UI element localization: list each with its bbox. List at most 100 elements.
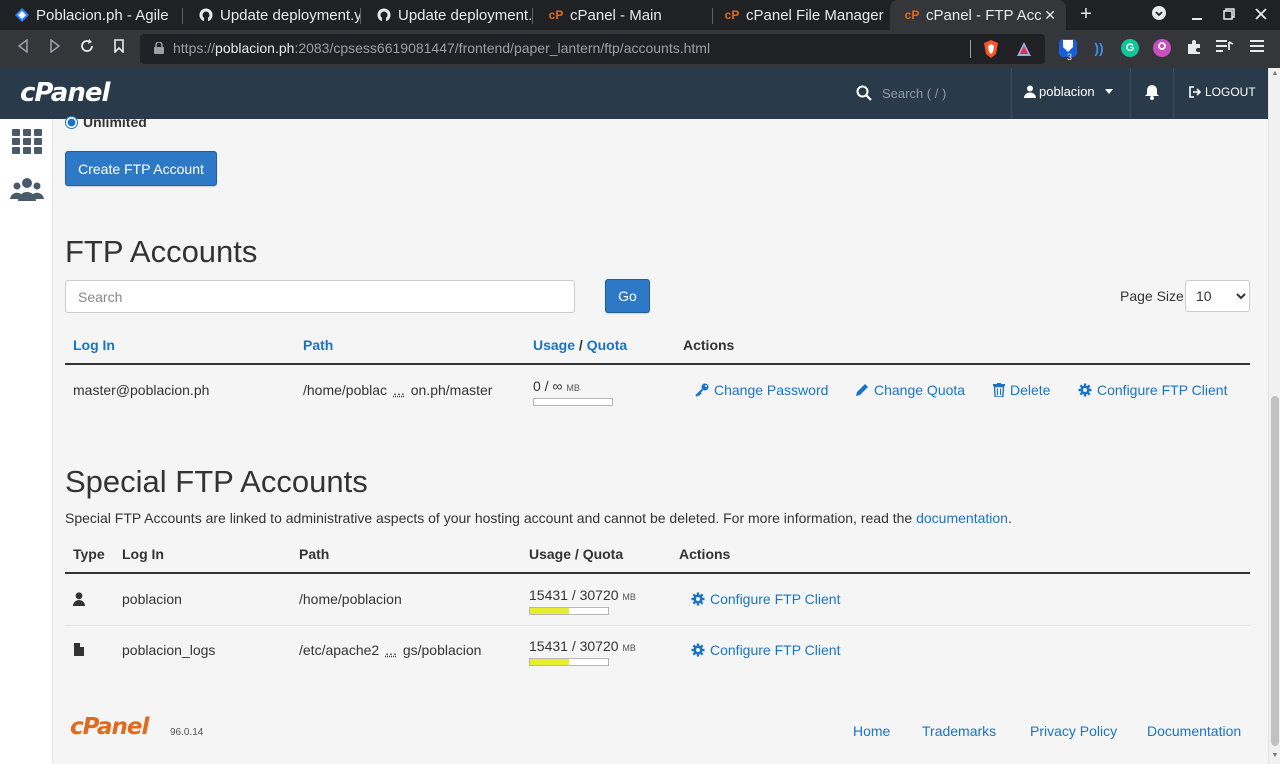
column-header-usage-quota: Usage / Quota bbox=[533, 337, 627, 353]
new-tab-button[interactable]: + bbox=[1075, 4, 1097, 26]
path-end: on.ph/master bbox=[410, 382, 493, 398]
browser-tab[interactable]: Poblacion.ph - Agile bbox=[0, 0, 182, 30]
configure-ftp-client-link[interactable]: Configure FTP Client bbox=[1078, 382, 1227, 398]
quota-unlimited-radio[interactable] bbox=[65, 115, 78, 129]
configure-ftp-client-link[interactable]: Configure FTP Client bbox=[691, 591, 840, 607]
playlist-icon[interactable] bbox=[1216, 39, 1234, 57]
grammarly-icon[interactable]: G bbox=[1121, 39, 1139, 57]
cpanel-icon: cP bbox=[724, 8, 740, 22]
omnibox-divider bbox=[970, 40, 971, 58]
special-column-path: Path bbox=[299, 546, 330, 562]
footer-link-home[interactable]: Home bbox=[853, 723, 890, 739]
special-ftp-accounts-title: Special FTP Accounts bbox=[65, 464, 368, 499]
gear-icon bbox=[691, 592, 705, 606]
footer-link-documentation[interactable]: Documentation bbox=[1147, 723, 1241, 739]
configure-ftp-client-label: Configure FTP Client bbox=[710, 642, 841, 658]
wave-extension-icon[interactable]: )) bbox=[1090, 39, 1108, 57]
bookmark-icon[interactable] bbox=[108, 38, 130, 60]
scroll-up-icon[interactable]: ▲ bbox=[1271, 70, 1279, 77]
url-text: https://poblacion.ph:2083/cpsess66190814… bbox=[173, 40, 710, 56]
cpanel-icon: cP bbox=[548, 8, 564, 22]
usage-text: 15431 / 30720 bbox=[529, 587, 619, 603]
file-icon bbox=[74, 643, 84, 656]
bell-icon[interactable] bbox=[1144, 84, 1160, 100]
header-divider bbox=[1173, 68, 1174, 119]
create-ftp-account-button[interactable]: Create FTP Account bbox=[65, 151, 217, 186]
path-ellipsis[interactable]: ... bbox=[393, 382, 405, 398]
go-button[interactable]: Go bbox=[605, 279, 650, 313]
configure-ftp-client-link[interactable]: Configure FTP Client bbox=[691, 642, 840, 658]
minimize-icon[interactable] bbox=[1185, 4, 1209, 26]
account-usage: 0 / ∞ MB bbox=[533, 378, 580, 394]
search-icon bbox=[856, 85, 872, 101]
path-ellipsis[interactable]: ... bbox=[385, 642, 397, 658]
close-icon[interactable]: ✕ bbox=[1044, 7, 1056, 24]
usage-bar bbox=[533, 398, 613, 406]
back-icon[interactable] bbox=[12, 38, 34, 60]
special-column-login: Log In bbox=[122, 546, 164, 562]
path-end: gs/poblacion bbox=[402, 642, 482, 658]
tab-separator bbox=[360, 8, 361, 24]
documentation-link[interactable]: documentation bbox=[916, 510, 1008, 526]
change-password-link[interactable]: Change Password bbox=[695, 382, 828, 398]
address-bar[interactable]: https://poblacion.ph:2083/cpsess66190814… bbox=[140, 34, 1045, 64]
gear-icon bbox=[691, 643, 705, 657]
column-header-quota[interactable]: Quota bbox=[587, 337, 627, 353]
user-icon bbox=[73, 592, 85, 606]
scroll-down-icon[interactable]: ▼ bbox=[1271, 752, 1279, 759]
column-header-usage[interactable]: Usage bbox=[533, 337, 575, 353]
header-search-input[interactable] bbox=[876, 82, 1001, 104]
change-quota-label: Change Quota bbox=[874, 382, 966, 398]
ftp-search-input[interactable] bbox=[65, 280, 575, 313]
users-icon[interactable] bbox=[10, 175, 44, 205]
page-scrollbar[interactable]: ▲ ▼ bbox=[1268, 68, 1280, 764]
scrollbar-thumb[interactable] bbox=[1271, 396, 1279, 746]
cpanel-icon: cP bbox=[904, 8, 920, 22]
column-header-path[interactable]: Path bbox=[303, 337, 333, 353]
maximize-icon[interactable] bbox=[1217, 4, 1241, 26]
footer-cpanel-logo[interactable]: cPanel bbox=[70, 714, 149, 740]
puzzle-icon[interactable] bbox=[1185, 39, 1203, 57]
browser-tab[interactable]: cP cPanel File Manager bbox=[710, 0, 890, 30]
tab-search-icon[interactable] bbox=[1147, 4, 1171, 26]
column-header-login[interactable]: Log In bbox=[73, 337, 115, 353]
extension-icon[interactable] bbox=[1153, 39, 1171, 57]
close-window-icon[interactable] bbox=[1249, 4, 1273, 26]
change-quota-link[interactable]: Change Quota bbox=[855, 382, 965, 398]
browser-tab-active[interactable]: cP cPanel - FTP Acc ✕ bbox=[890, 0, 1066, 30]
page-size-select[interactable]: 10 bbox=[1185, 280, 1250, 312]
gear-icon bbox=[1078, 383, 1092, 397]
reload-icon[interactable] bbox=[76, 38, 98, 60]
menu-icon[interactable] bbox=[1248, 39, 1266, 57]
username: poblacion bbox=[1039, 84, 1095, 99]
brave-shield-icon[interactable] bbox=[983, 40, 999, 58]
browser-tab[interactable]: cP cPanel - Main bbox=[534, 0, 710, 30]
path-start: /etc/apache2 bbox=[299, 642, 380, 658]
account-path: /home/poblac... on.ph/master bbox=[303, 382, 492, 398]
quota-unlimited-label: Unlimited bbox=[83, 114, 147, 130]
grid-icon[interactable] bbox=[10, 127, 44, 157]
usage-text: 0 / ∞ bbox=[533, 378, 563, 394]
diamond-icon bbox=[14, 7, 30, 23]
change-password-label: Change Password bbox=[714, 382, 829, 398]
footer-link-trademarks[interactable]: Trademarks bbox=[922, 723, 996, 739]
forward-icon[interactable] bbox=[44, 38, 66, 60]
url-host: poblacion.ph bbox=[215, 40, 295, 56]
browser-tab[interactable]: Update deployment.y bbox=[184, 0, 360, 30]
page-size-label: Page Size bbox=[1120, 288, 1184, 304]
browser-tab[interactable]: Update deployment.y bbox=[362, 0, 532, 30]
special-account-login: poblacion_logs bbox=[122, 642, 216, 658]
browser-toolbar: https://poblacion.ph:2083/cpsess66190814… bbox=[0, 30, 1280, 68]
cpanel-logo[interactable]: cPanel bbox=[20, 78, 110, 108]
logout-button[interactable]: LOGOUT bbox=[1189, 85, 1256, 99]
usage-bar bbox=[529, 658, 609, 666]
delete-link[interactable]: Delete bbox=[993, 382, 1050, 398]
brave-rewards-icon[interactable] bbox=[1016, 41, 1032, 57]
quota-unlimited-option[interactable]: Unlimited bbox=[65, 114, 147, 130]
chevron-down-icon bbox=[1104, 89, 1113, 94]
delete-label: Delete bbox=[1010, 382, 1051, 398]
footer-link-privacy-policy[interactable]: Privacy Policy bbox=[1030, 723, 1117, 739]
user-menu[interactable]: poblacion bbox=[1024, 84, 1113, 99]
description-period: . bbox=[1007, 510, 1012, 526]
header-divider bbox=[1130, 68, 1131, 119]
